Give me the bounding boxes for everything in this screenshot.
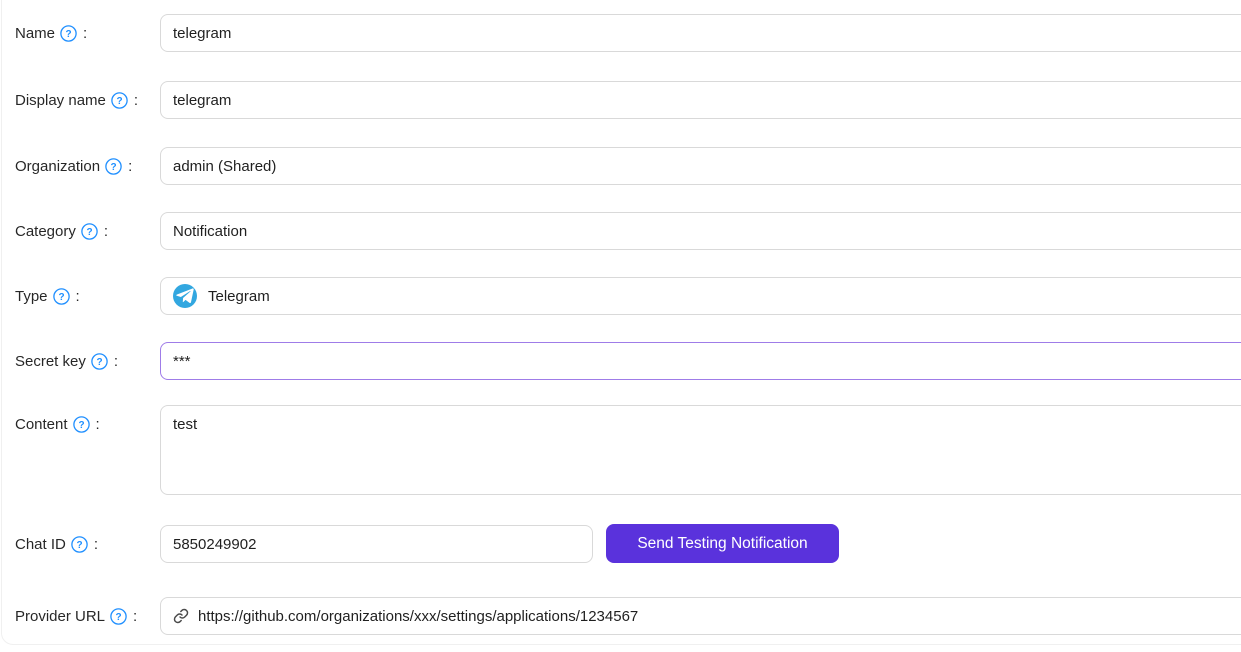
- svg-text:?: ?: [111, 162, 117, 173]
- svg-text:?: ?: [116, 96, 122, 107]
- display-name-label: Display name ? :: [15, 81, 138, 119]
- svg-text:?: ?: [86, 227, 92, 238]
- help-icon[interactable]: ?: [81, 223, 98, 240]
- organization-label: Organization ? :: [15, 147, 132, 185]
- help-icon[interactable]: ?: [110, 608, 127, 625]
- help-icon[interactable]: ?: [73, 416, 90, 433]
- name-input[interactable]: [160, 14, 1241, 52]
- chat-id-label: Chat ID ? :: [15, 525, 98, 563]
- help-icon[interactable]: ?: [105, 158, 122, 175]
- content-label: Content ? :: [15, 405, 100, 443]
- help-icon[interactable]: ?: [91, 353, 108, 370]
- svg-text:?: ?: [76, 540, 82, 551]
- send-testing-notification-button[interactable]: Send Testing Notification: [606, 524, 839, 563]
- telegram-icon: [173, 284, 197, 308]
- type-select[interactable]: Telegram: [160, 277, 1241, 315]
- secret-key-label: Secret key ? :: [15, 342, 118, 380]
- type-label: Type ? :: [15, 277, 80, 315]
- provider-url-label: Provider URL ? :: [15, 597, 137, 635]
- secret-key-input[interactable]: [160, 342, 1241, 380]
- help-icon[interactable]: ?: [71, 536, 88, 553]
- help-icon[interactable]: ?: [53, 288, 70, 305]
- name-label: Name ? :: [15, 14, 87, 52]
- link-icon: [173, 608, 189, 624]
- svg-text:?: ?: [115, 612, 121, 623]
- provider-url-input[interactable]: [198, 608, 1241, 625]
- help-icon[interactable]: ?: [111, 92, 128, 109]
- category-select[interactable]: Notification: [160, 212, 1241, 250]
- provider-url-field[interactable]: [160, 597, 1241, 635]
- organization-select[interactable]: admin (Shared): [160, 147, 1241, 185]
- category-label: Category ? :: [15, 212, 108, 250]
- help-icon[interactable]: ?: [60, 25, 77, 42]
- svg-text:?: ?: [96, 357, 102, 368]
- chat-id-input[interactable]: [160, 525, 593, 563]
- svg-text:?: ?: [65, 29, 71, 40]
- svg-text:?: ?: [58, 292, 64, 303]
- content-textarea[interactable]: test: [160, 405, 1241, 495]
- display-name-input[interactable]: [160, 81, 1241, 119]
- svg-text:?: ?: [78, 420, 84, 431]
